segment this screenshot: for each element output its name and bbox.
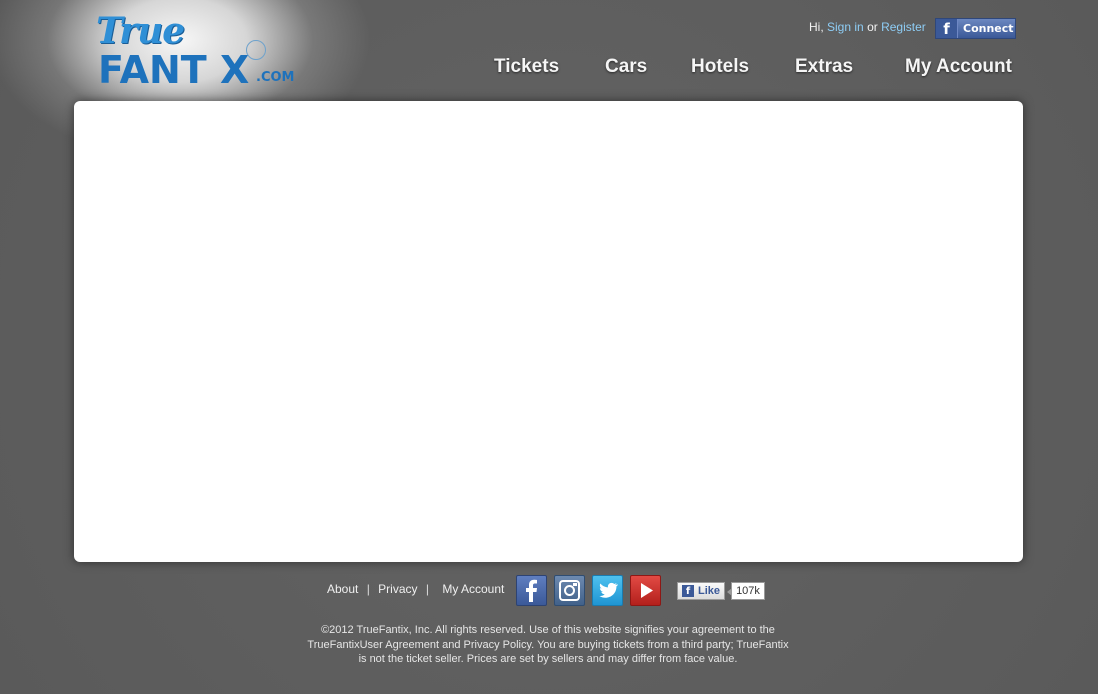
facebook-connect-label: Connect (963, 22, 1014, 35)
main-content-panel (74, 101, 1023, 562)
like-count-badge: 107k (727, 582, 765, 600)
footer-separator: | (425, 582, 429, 596)
logo-true-text: True (96, 10, 185, 52)
instagram-icon[interactable] (554, 575, 585, 606)
footer-privacy-link[interactable]: Privacy (378, 582, 417, 596)
copyright-notice: ©2012 TrueFantix, Inc. All rights reserv… (248, 623, 848, 667)
copyright-line-1: ©2012 TrueFantix, Inc. All rights reserv… (321, 624, 775, 636)
logo-fantix-text: FANT X (98, 48, 250, 92)
nav-cars[interactable]: Cars (605, 56, 647, 78)
site-logo[interactable]: True FANT X .COM (92, 8, 295, 98)
sign-in-link[interactable]: Sign in (827, 20, 864, 34)
facebook-like-icon: f (682, 585, 694, 597)
footer-about-link[interactable]: About (327, 582, 358, 596)
footer-separator: | (366, 582, 370, 596)
footer-my-account-link[interactable]: My Account (442, 582, 504, 596)
nav-my-account[interactable]: My Account (905, 56, 1012, 78)
login-prompt: Hi, Sign in or Register (809, 20, 926, 34)
register-link[interactable]: Register (881, 20, 926, 34)
nav-hotels[interactable]: Hotels (691, 56, 749, 78)
ticket-icon (246, 40, 266, 60)
facebook-icon: f (936, 19, 958, 38)
nav-tickets[interactable]: Tickets (494, 56, 559, 78)
youtube-icon[interactable] (630, 575, 661, 606)
greeting-text: Hi, (809, 20, 824, 34)
facebook-icon[interactable] (516, 575, 547, 606)
copyright-line-2: TrueFantixUser Agreement and Privacy Pol… (307, 638, 789, 651)
like-label: Like (698, 585, 721, 597)
facebook-like-button[interactable]: f Like (677, 582, 725, 600)
copyright-line-3: is not the ticket seller. Prices are set… (358, 653, 738, 665)
logo-com-text: .COM (256, 70, 295, 85)
twitter-icon[interactable] (592, 575, 623, 606)
footer-nav: About | Privacy | My Account (327, 582, 504, 596)
facebook-connect-button[interactable]: f Connect (935, 18, 1016, 39)
nav-extras[interactable]: Extras (795, 56, 853, 78)
or-text: or (867, 20, 878, 34)
